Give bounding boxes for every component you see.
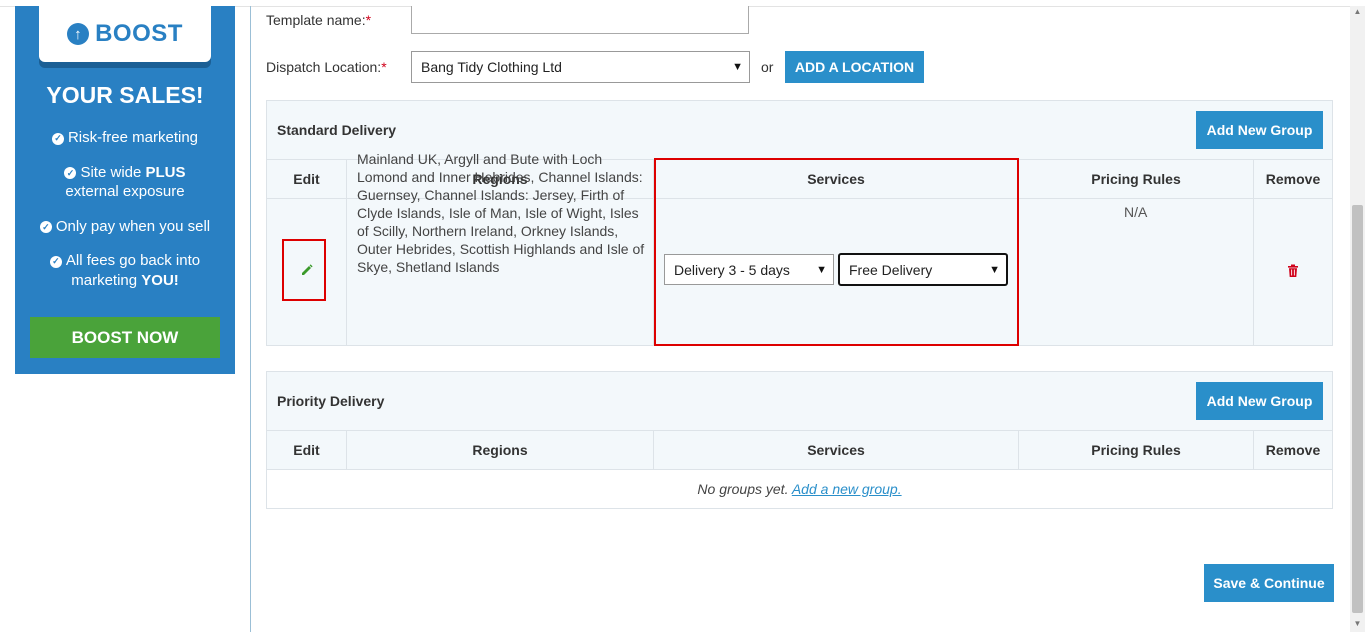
- header-remove: Remove: [1265, 442, 1321, 458]
- add-location-button[interactable]: ADD A LOCATION: [785, 51, 924, 83]
- section-title: Standard Delivery: [277, 122, 397, 138]
- header-edit: Edit: [293, 442, 320, 458]
- dispatch-location-label: Dispatch Location:*: [266, 59, 387, 75]
- save-continue-button[interactable]: Save & Continue: [1204, 564, 1334, 602]
- header-pricing-rules: Pricing Rules: [1091, 442, 1181, 458]
- boost-title: YOUR SALES!: [46, 82, 204, 108]
- sidebar-divider: [250, 6, 251, 632]
- pricing-rules-value: N/A: [1124, 204, 1148, 220]
- header-remove: Remove: [1265, 171, 1321, 187]
- chevron-down-icon: ▼: [732, 61, 743, 73]
- scroll-up-icon[interactable]: ▲: [1350, 6, 1365, 18]
- boost-feature: ✓ Site wide PLUS external exposure: [64, 163, 186, 200]
- regions-text: Mainland UK, Argyll and Bute with Loch L…: [357, 151, 645, 275]
- check-circle-icon: ✓: [39, 221, 52, 234]
- empty-row: No groups yet. Add a new group.: [697, 481, 902, 497]
- boost-feature: ✓ All fees go back into marketing YOU!: [25, 251, 225, 290]
- boost-badge[interactable]: ↑ BOOST: [39, 6, 211, 62]
- arrow-up-icon: ↑: [67, 23, 90, 45]
- add-new-group-link[interactable]: Add a new group.: [792, 481, 902, 497]
- boost-feature: ✓ Only pay when you sell: [25, 217, 225, 237]
- boost-panel: ↑ BOOST YOUR SALES! ✓ Risk-free marketing…: [15, 6, 235, 374]
- check-circle-icon: ✓: [51, 132, 64, 145]
- boost-now-button[interactable]: BOOST NOW: [30, 317, 220, 358]
- trash-icon[interactable]: [1287, 264, 1299, 278]
- template-name-input[interactable]: [411, 6, 749, 34]
- header-pricing-rules: Pricing Rules: [1091, 171, 1181, 187]
- row-divider: [267, 430, 1332, 431]
- edit-highlight-box: [282, 239, 326, 301]
- add-new-group-button[interactable]: Add New Group: [1196, 382, 1323, 420]
- or-text: or: [761, 59, 774, 75]
- dispatch-location-select[interactable]: Bang Tidy Clothing Ltd ▼: [411, 51, 750, 83]
- header-regions: Regions: [472, 442, 528, 458]
- scroll-down-icon[interactable]: ▼: [1350, 618, 1365, 630]
- add-new-group-button[interactable]: Add New Group: [1196, 111, 1323, 149]
- check-circle-icon: ✓: [64, 167, 77, 180]
- boost-features: ✓ Risk-free marketing ✓ Site wide PLUS ext…: [25, 128, 225, 305]
- boost-feature: ✓ Risk-free marketing: [25, 128, 225, 148]
- section-title: Priority Delivery: [277, 393, 385, 409]
- scrollbar-thumb[interactable]: [1352, 205, 1363, 613]
- header-edit: Edit: [293, 171, 320, 187]
- boost-badge-label: BOOST: [95, 20, 183, 47]
- services-highlight-box: [654, 158, 1019, 346]
- header-services: Services: [807, 442, 865, 458]
- check-circle-icon: ✓: [49, 255, 62, 268]
- priority-delivery-section: Priority Delivery Add New Group Edit Reg…: [266, 371, 1333, 509]
- template-name-label: Template name:*: [266, 12, 372, 28]
